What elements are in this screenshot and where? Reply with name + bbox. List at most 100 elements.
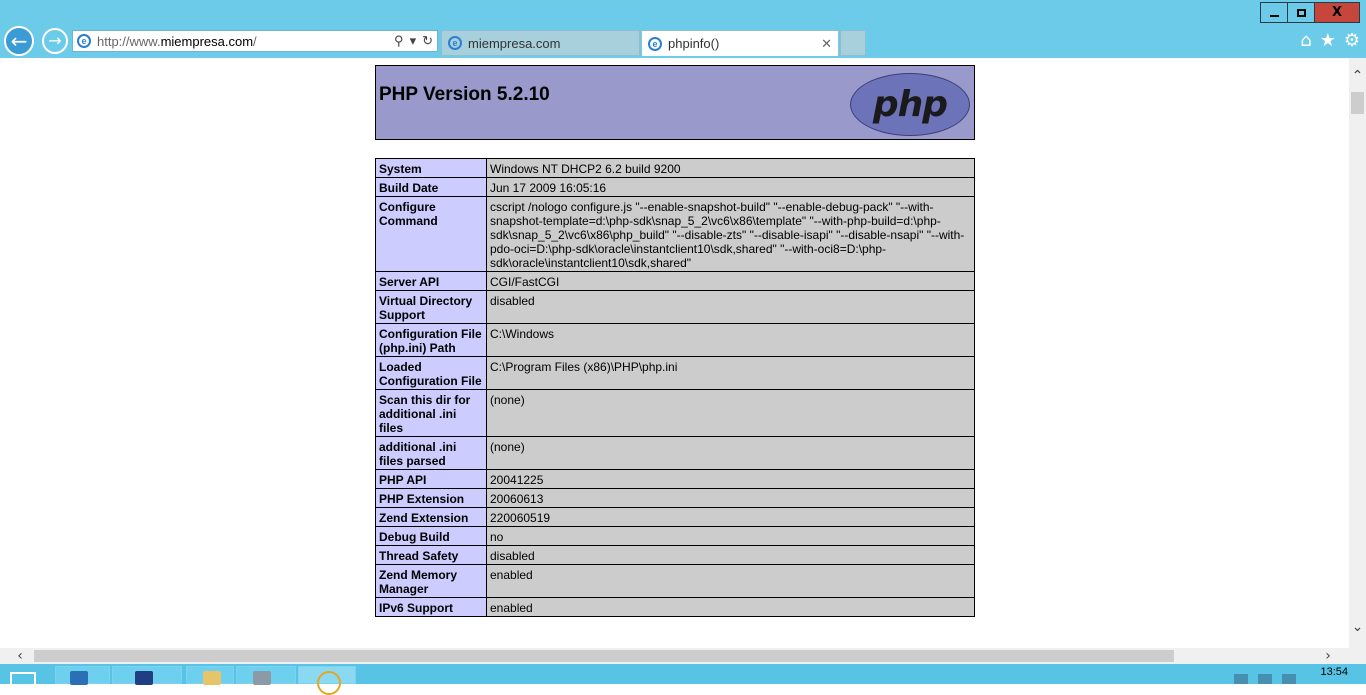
row-value: enabled — [486, 564, 975, 598]
taskbar-internet-explorer[interactable] — [298, 666, 356, 695]
php-version-title: PHP Version 5.2.10 — [379, 84, 550, 105]
minimize-icon — [1269, 14, 1279, 17]
row-key: PHP Extension — [375, 488, 487, 508]
url-domain: miempresa.com — [160, 33, 254, 49]
tab-miempresa[interactable]: e miempresa.com — [441, 30, 640, 56]
internet-explorer-icon — [317, 671, 341, 695]
row-key: Configure Command — [375, 196, 487, 272]
restore-icon — [1296, 8, 1306, 17]
folder-icon — [203, 671, 221, 685]
taskbar-powershell[interactable] — [112, 666, 182, 685]
row-value: cscript /nologo configure.js "--enable-s… — [486, 196, 975, 272]
table-row: IPv6 Support enabled — [375, 597, 975, 617]
table-row: Debug Build no — [375, 526, 975, 546]
start-button[interactable] — [0, 666, 50, 686]
favorites-star-icon[interactable]: ★ — [1320, 30, 1336, 51]
tray-flag-icon[interactable] — [1234, 674, 1248, 684]
row-value: 20041225 — [486, 469, 975, 489]
table-row: System Windows NT DHCP2 6.2 build 9200 — [375, 158, 975, 178]
system-tray — [1224, 674, 1296, 684]
table-row: Loaded Configuration File C:\Program File… — [375, 356, 975, 390]
search-icon[interactable]: ⚲ — [394, 33, 404, 49]
taskbar: 13:54 — [0, 664, 1366, 695]
row-value: 20060613 — [486, 488, 975, 508]
page-content: PHP Version 5.2.10 php System Windows NT … — [0, 58, 1349, 648]
php-logo-text: php — [872, 84, 948, 125]
address-tools: ⚲ ▾ ↻ — [388, 33, 433, 49]
vertical-scroll-thumb[interactable] — [1351, 92, 1364, 114]
forward-button[interactable]: → — [42, 28, 68, 54]
tab-label: miempresa.com — [468, 35, 561, 51]
scroll-right-icon[interactable]: › — [1320, 648, 1336, 664]
forward-icon: → — [48, 31, 62, 50]
home-icon[interactable]: ⌂ — [1300, 30, 1311, 51]
minimize-button[interactable] — [1260, 2, 1288, 23]
close-window-button[interactable]: X — [1314, 2, 1360, 23]
row-key: Configuration File (php.ini) Path — [375, 323, 487, 357]
tools-icon — [253, 671, 271, 685]
scroll-up-icon[interactable]: ⌃ — [1349, 68, 1366, 85]
php-logo[interactable]: php — [850, 73, 970, 136]
scroll-left-icon[interactable]: ‹ — [12, 648, 28, 664]
row-value: Jun 17 2009 16:05:16 — [486, 177, 975, 197]
table-row: PHP API 20041225 — [375, 469, 975, 489]
toolbar-right-icons: ⌂ ★ ⚙ — [1292, 30, 1360, 51]
row-value: CGI/FastCGI — [486, 271, 975, 291]
window-controls: X — [1260, 2, 1360, 23]
close-tab-icon[interactable]: ✕ — [821, 36, 832, 52]
row-key: additional .ini files parsed — [375, 436, 487, 470]
ie-tab-icon: e — [448, 36, 462, 50]
horizontal-scroll-thumb[interactable] — [34, 650, 1174, 662]
close-icon: X — [1331, 5, 1343, 20]
tray-network-icon[interactable] — [1258, 674, 1272, 684]
table-row: PHP Extension 20060613 — [375, 488, 975, 508]
row-key: Scan this dir for additional .ini files — [375, 389, 487, 437]
phpinfo-container: PHP Version 5.2.10 php System Windows NT … — [375, 65, 975, 617]
taskbar-server-manager[interactable] — [55, 666, 110, 685]
row-key: Thread Safety — [375, 545, 487, 565]
address-bar[interactable]: e http://www.miempresa.com/ ⚲ ▾ ↻ — [72, 30, 438, 52]
settings-gear-icon[interactable]: ⚙ — [1344, 30, 1360, 51]
row-value: enabled — [486, 597, 975, 617]
row-value: Windows NT DHCP2 6.2 build 9200 — [486, 158, 975, 178]
ie-tab-icon: e — [648, 36, 662, 51]
new-tab-button[interactable] — [840, 30, 866, 56]
taskbar-admin-tools[interactable] — [236, 666, 296, 685]
back-button[interactable]: ← — [4, 26, 34, 56]
address-url[interactable]: http://www.miempresa.com/ — [97, 34, 388, 49]
row-value: 220060519 — [486, 507, 975, 527]
vertical-scrollbar[interactable]: ⌃ ⌄ — [1349, 58, 1366, 648]
tray-volume-icon[interactable] — [1282, 674, 1296, 684]
row-value: no — [486, 526, 975, 546]
tab-phpinfo[interactable]: e phpinfo() ✕ — [641, 30, 839, 56]
restore-button[interactable] — [1287, 2, 1315, 23]
row-value: C:\Windows — [486, 323, 975, 357]
row-key: Loaded Configuration File — [375, 356, 487, 390]
taskbar-clock[interactable]: 13:54 — [1320, 666, 1348, 678]
refresh-icon[interactable]: ↻ — [422, 33, 433, 49]
row-key: Virtual Directory Support — [375, 290, 487, 324]
table-row: Build Date Jun 17 2009 16:05:16 — [375, 177, 975, 197]
ie-page-icon: e — [77, 34, 91, 48]
url-path: / — [253, 33, 257, 49]
row-key: Server API — [375, 271, 487, 291]
powershell-icon — [135, 671, 153, 685]
scroll-down-icon[interactable]: ⌄ — [1349, 619, 1366, 636]
url-scheme: http://www. — [97, 33, 161, 49]
row-key: Build Date — [375, 177, 487, 197]
row-key: Zend Memory Manager — [375, 564, 487, 598]
server-manager-icon — [70, 671, 88, 685]
taskbar-file-explorer[interactable] — [186, 666, 234, 685]
table-row: Zend Extension 220060519 — [375, 507, 975, 527]
row-key: Zend Extension — [375, 507, 487, 527]
row-key: PHP API — [375, 469, 487, 489]
row-value: disabled — [486, 290, 975, 324]
row-value: (none) — [486, 436, 975, 470]
dropdown-icon[interactable]: ▾ — [410, 33, 417, 49]
scrollbar-corner — [1349, 648, 1366, 664]
row-value: disabled — [486, 545, 975, 565]
row-key: Debug Build — [375, 526, 487, 546]
tab-label: phpinfo() — [668, 36, 720, 51]
table-row: Thread Safety disabled — [375, 545, 975, 565]
horizontal-scrollbar[interactable]: ‹ › — [0, 648, 1349, 664]
